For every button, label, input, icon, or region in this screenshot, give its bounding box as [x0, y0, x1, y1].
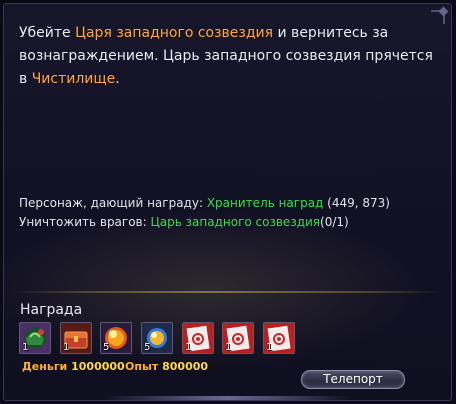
- exp-value: 800000: [162, 360, 209, 373]
- item-count: 1: [266, 342, 273, 353]
- quest-description: Убейте Царя западного созвездия и вернит…: [19, 22, 439, 91]
- desc-text-3: .: [115, 71, 120, 87]
- item-count: 1: [225, 342, 232, 353]
- giver-coords: (449, 873): [323, 196, 390, 210]
- exp-reward: Опыт 800000: [125, 360, 208, 373]
- reward-slot-1[interactable]: 1: [19, 322, 51, 354]
- item-count: 1: [63, 342, 70, 353]
- reward-slot-2[interactable]: 1: [60, 322, 92, 354]
- reward-slot-5[interactable]: 1: [182, 322, 214, 354]
- divider: [12, 291, 443, 293]
- kill-progress: (0/1): [320, 215, 349, 229]
- item-count: 5: [144, 342, 151, 353]
- kill-objective-line: Уничтожить врагов: Царь западного созвез…: [19, 213, 390, 232]
- quest-panel: Убейте Царя западного созвездия и вернит…: [3, 3, 452, 401]
- giver-name-link[interactable]: Хранитель наград: [207, 196, 324, 210]
- location-link[interactable]: Чистилище: [32, 71, 116, 87]
- quest-info: Персонаж, дающий награду: Хранитель нагр…: [19, 194, 390, 232]
- reward-slot-4[interactable]: 5: [141, 322, 173, 354]
- teleport-button[interactable]: Телепорт: [301, 370, 405, 389]
- money-label: Деньги: [22, 360, 68, 373]
- kill-label: Уничтожить врагов:: [19, 215, 151, 229]
- item-count: 1: [185, 342, 192, 353]
- item-count: 5: [103, 342, 110, 353]
- reward-slot-3[interactable]: 5: [100, 322, 132, 354]
- giver-label: Персонаж, дающий награду:: [19, 196, 207, 210]
- reward-giver-line: Персонаж, дающий награду: Хранитель нагр…: [19, 194, 390, 213]
- reward-slot-7[interactable]: 1: [263, 322, 295, 354]
- bottom-ornament: [104, 396, 351, 400]
- reward-slot-6[interactable]: 1: [222, 322, 254, 354]
- exp-label: Опыт: [125, 360, 159, 373]
- money-reward: Деньги 1000000: [22, 360, 125, 373]
- item-count: 1: [22, 342, 29, 353]
- desc-text-1: Убейте: [19, 25, 76, 41]
- money-value: 1000000: [71, 360, 125, 373]
- target-name-link[interactable]: Царя западного созвездия: [75, 25, 273, 41]
- reward-title: Награда: [20, 302, 83, 318]
- kill-target-link[interactable]: Царь западного созвездия: [150, 215, 320, 229]
